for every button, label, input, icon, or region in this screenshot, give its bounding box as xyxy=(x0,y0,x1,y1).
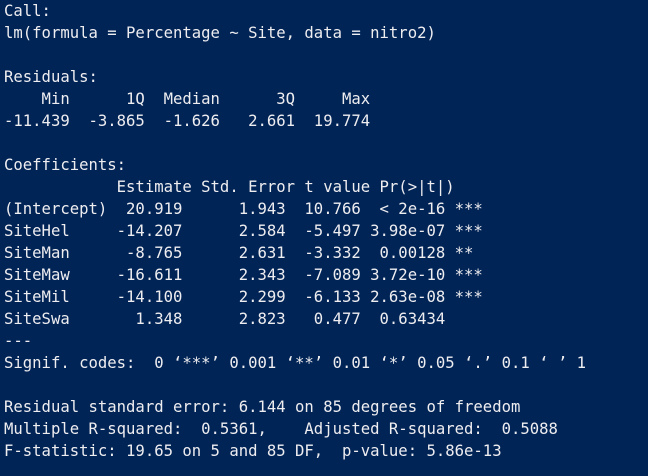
coefficient-row-sitemaw: SiteMaw -16.611 2.343 -7.089 3.72e-10 **… xyxy=(4,266,483,284)
call-header: Call: xyxy=(4,2,51,20)
r-squared: Multiple R-squared: 0.5361, Adjusted R-s… xyxy=(4,420,568,438)
residuals-labels: Min 1Q Median 3Q Max xyxy=(4,90,380,108)
signif-codes: Signif. codes: 0 ‘***’ 0.001 ‘**’ 0.01 ‘… xyxy=(4,354,587,372)
coefficients-header: Coefficients: xyxy=(4,156,127,174)
coefficient-row-sitehel: SiteHel -14.207 2.584 -5.497 3.98e-07 **… xyxy=(4,222,483,240)
coefficient-row-sitemil: SiteMil -14.100 2.299 -6.133 2.63e-08 **… xyxy=(4,288,483,306)
residuals-values: -11.439 -3.865 -1.626 2.661 19.774 xyxy=(4,112,380,130)
coefficient-row-siteman: SiteMan -8.765 2.631 -3.332 0.00128 ** xyxy=(4,244,483,262)
f-statistic: F-statistic: 19.65 on 5 and 85 DF, p-val… xyxy=(4,442,502,460)
coefficient-row-siteswa: SiteSwa 1.348 2.823 0.477 0.63434 xyxy=(4,310,483,328)
residuals-header: Residuals: xyxy=(4,68,98,86)
coefficient-row-intercept: (Intercept) 20.919 1.943 10.766 < 2e-16 … xyxy=(4,200,483,218)
separator: --- xyxy=(4,332,33,350)
r-console-output: Call: lm(formula = Percentage ~ Site, da… xyxy=(0,0,648,476)
residual-standard-error: Residual standard error: 6.144 on 85 deg… xyxy=(4,398,521,416)
call-formula: lm(formula = Percentage ~ Site, data = n… xyxy=(4,24,436,42)
coefficients-column-headers: Estimate Std. Error t value Pr(>|t|) xyxy=(4,178,493,196)
